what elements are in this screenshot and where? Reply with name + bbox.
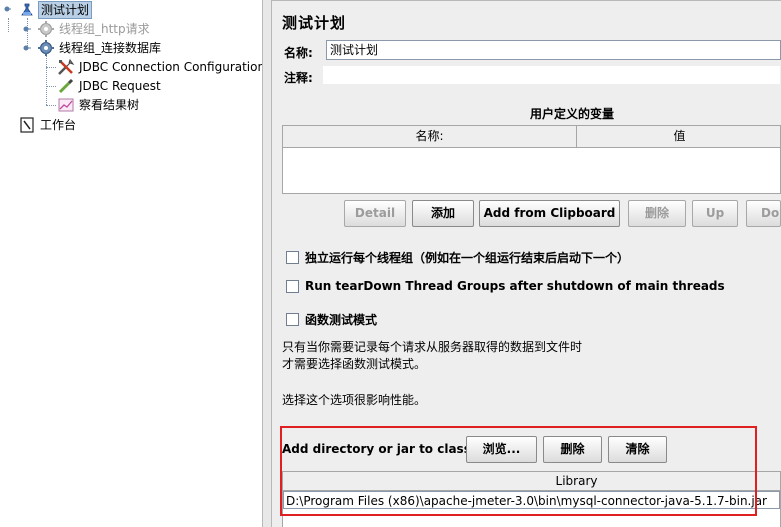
tree-line: [46, 86, 56, 87]
test-plan-tree[interactable]: 测试计划 线程组_http请求 线程组_连接数据库 JDBC Connectio…: [0, 0, 265, 527]
comment-label: 注释:: [284, 71, 313, 85]
comment-field[interactable]: [322, 65, 781, 85]
checkbox-box[interactable]: [286, 279, 299, 293]
functional-mode-help-line-2: 才需要选择函数测试模式。: [282, 357, 427, 371]
tree-item-label: 线程组_http请求: [59, 22, 150, 36]
table-header: 名称: 值: [283, 126, 780, 148]
tree-line: [46, 56, 47, 105]
tree-expand-toggle-icon[interactable]: [23, 25, 31, 33]
name-label: 名称:: [284, 46, 313, 60]
tree-line: [8, 18, 9, 32]
run-thread-groups-independently-checkbox[interactable]: 独立运行每个线程组（例如在一个组运行结束后启动下一个）: [286, 249, 629, 266]
name-field[interactable]: 测试计划: [326, 40, 781, 60]
tree-expand-toggle-icon[interactable]: [3, 5, 11, 13]
tree-item-jdbc-request[interactable]: JDBC Request: [57, 77, 163, 95]
pipette-icon: [57, 77, 75, 95]
checkbox-label: 函数测试模式: [305, 313, 378, 327]
tree-item-thread-group-http[interactable]: 线程组_http请求: [37, 20, 152, 38]
tools-icon: [57, 58, 75, 76]
chart-icon: [57, 96, 75, 114]
column-header-name[interactable]: 名称:: [283, 126, 577, 147]
user-variables-title: 用户定义的变量: [530, 107, 615, 121]
tree-item-workbench[interactable]: 工作台: [18, 116, 78, 134]
add-from-clipboard-button[interactable]: Add from Clipboard: [479, 200, 620, 227]
tree-item-view-results-tree[interactable]: 察看结果树: [57, 96, 141, 114]
clipboard-icon: [18, 116, 36, 134]
split-pane-divider[interactable]: [262, 0, 272, 527]
tree-line: [46, 105, 56, 106]
tree-expand-toggle-icon[interactable]: [23, 44, 31, 52]
down-button[interactable]: Down: [746, 200, 781, 227]
user-variables-table[interactable]: 名称: 值: [282, 125, 781, 194]
gear-icon: [37, 39, 55, 57]
test-plan-panel: 测试计划 名称: 测试计划 注释: 用户定义的变量 名称: 值 Detail 添…: [272, 0, 781, 527]
tree-item-test-plan[interactable]: 测试计划: [18, 1, 93, 19]
add-button[interactable]: 添加: [412, 200, 474, 227]
tree-item-label: 察看结果树: [79, 98, 140, 112]
up-button[interactable]: Up: [692, 200, 738, 227]
tree-item-label: 工作台: [40, 118, 77, 132]
gear-icon: [37, 20, 55, 38]
functional-mode-help-line-1: 只有当你需要记录每个请求从服务器取得的数据到文件时: [282, 340, 583, 354]
checkbox-box[interactable]: [286, 313, 299, 326]
detail-button[interactable]: Detail: [344, 200, 406, 227]
tree-line: [46, 67, 56, 68]
tree-item-label: 测试计划: [38, 1, 93, 19]
highlight-annotation: [280, 426, 757, 516]
checkbox-label: Run tearDown Thread Groups after shutdow…: [305, 279, 725, 293]
checkbox-label: 独立运行每个线程组（例如在一个组运行结束后启动下一个）: [305, 251, 630, 265]
tree-item-label: JDBC Request: [79, 79, 161, 93]
functional-test-mode-checkbox[interactable]: 函数测试模式: [286, 311, 377, 328]
teardown-thread-groups-checkbox[interactable]: Run tearDown Thread Groups after shutdow…: [286, 279, 725, 293]
checkbox-box[interactable]: [286, 251, 299, 264]
column-header-value[interactable]: 值: [577, 126, 781, 147]
tree-item-jdbc-connection[interactable]: JDBC Connection Configuration: [57, 58, 267, 76]
tree-item-label: 线程组_连接数据库: [59, 41, 162, 55]
performance-warning-text: 选择这个选项很影响性能。: [282, 393, 427, 407]
delete-button[interactable]: 删除: [628, 200, 686, 227]
tree-item-label: JDBC Connection Configuration: [79, 60, 266, 74]
tree-item-thread-group-db[interactable]: 线程组_连接数据库: [37, 39, 163, 57]
page-title: 测试计划: [282, 14, 347, 32]
test-plan-icon: [18, 1, 36, 19]
